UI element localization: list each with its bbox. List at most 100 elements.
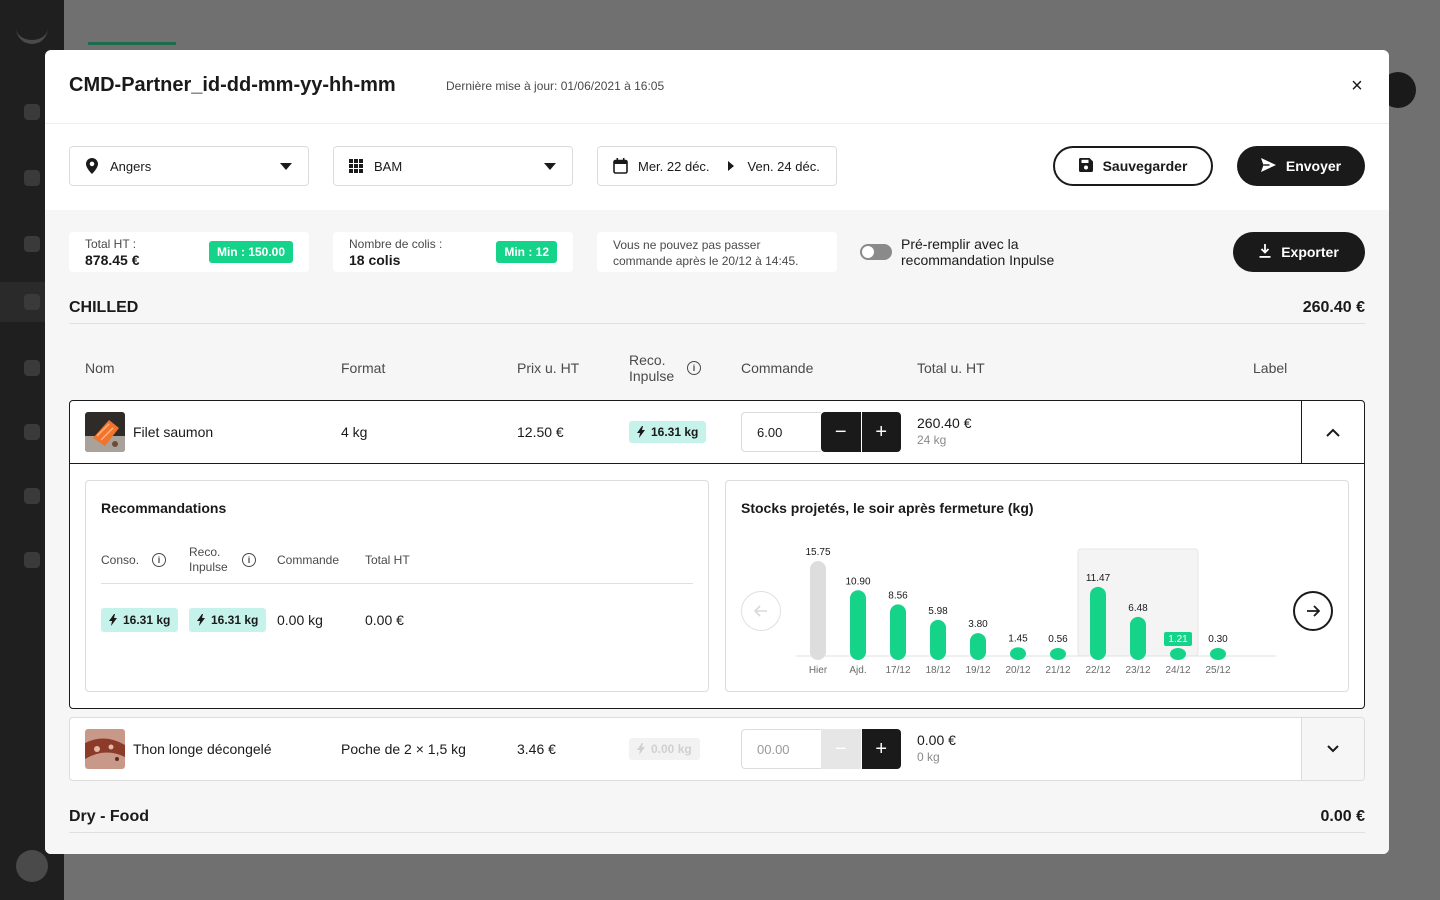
lightning-icon xyxy=(109,614,117,626)
close-icon[interactable]: × xyxy=(1347,76,1367,96)
chart-bar[interactable] xyxy=(1050,648,1066,660)
chart-bar[interactable] xyxy=(1090,586,1106,660)
send-icon xyxy=(1260,157,1276,175)
lightning-icon xyxy=(637,743,645,755)
recommendations-panel: Recommandations Conso. i Reco. Inpulse i… xyxy=(85,480,709,692)
product-reco: 0.00 kg xyxy=(629,738,700,760)
prefill-label: Pré-remplir avec la recommandation Inpul… xyxy=(901,236,1055,268)
product-total: 260.40 € 24 kg xyxy=(917,415,972,447)
info-icon[interactable]: i xyxy=(242,553,256,567)
arrow-left-icon xyxy=(754,605,767,617)
rec-total: 0.00 € xyxy=(365,612,404,628)
chart-value-label: 3.80 xyxy=(968,619,988,630)
brand-select[interactable]: BAM xyxy=(333,146,573,186)
chart-bar[interactable] xyxy=(1010,647,1026,660)
reco-value: 16.31 kg xyxy=(651,425,699,439)
section-dry-total: 0.00 € xyxy=(1320,807,1365,825)
product-row-filet-saumon: Filet saumon 4 kg 12.50 € 16.31 kg − + 2… xyxy=(69,400,1365,709)
chart-value-label: 11.47 xyxy=(1086,573,1111,584)
product-name: Thon longe décongelé xyxy=(133,741,272,757)
chart-bar[interactable] xyxy=(970,633,986,660)
reco-badge: 0.00 kg xyxy=(629,738,700,760)
save-button[interactable]: Sauvegarder xyxy=(1053,146,1213,186)
download-icon xyxy=(1259,243,1271,261)
product-price: 3.46 € xyxy=(517,741,556,757)
colis-min-badge: Min : 12 xyxy=(496,241,557,263)
chart-bar[interactable] xyxy=(810,561,826,660)
prefill-toggle[interactable] xyxy=(860,244,892,260)
reco-badge: 16.31 kg xyxy=(629,421,707,443)
arrow-right-icon xyxy=(1307,605,1320,617)
reco-badge: 16.31 kg xyxy=(189,608,267,632)
divider xyxy=(101,583,693,584)
sidebar-nav-icon xyxy=(24,170,40,186)
rec-reco: 16.31 kg xyxy=(189,608,267,632)
modal-toolbar: Angers BAM Mer. 22 déc. Ven. 24 déc. Sau… xyxy=(45,124,1389,210)
chart-value-label: 10.90 xyxy=(845,576,870,587)
quantity-input[interactable] xyxy=(741,412,821,452)
sidebar-nav-icon xyxy=(24,488,40,504)
decrement-button[interactable]: − xyxy=(821,412,861,452)
sidebar-nav-icon xyxy=(24,236,40,252)
sidebar-nav-icon xyxy=(24,424,40,440)
reco-value: 0.00 kg xyxy=(651,742,692,756)
location-select[interactable]: Angers xyxy=(69,146,309,186)
chevron-up-icon xyxy=(1326,428,1340,437)
chart-value-label: 0.30 xyxy=(1208,634,1228,645)
arrow-right-icon xyxy=(727,161,734,171)
product-format: Poche de 2 × 1,5 kg xyxy=(341,741,466,757)
chart-bar[interactable] xyxy=(890,604,906,660)
product-detail: Recommandations Conso. i Reco. Inpulse i… xyxy=(70,463,1364,708)
chart-bar[interactable] xyxy=(1130,616,1146,660)
chart-next-button[interactable] xyxy=(1293,591,1333,631)
chart-value-label: 5.98 xyxy=(928,606,948,617)
chart-tick-label: 18/12 xyxy=(925,665,950,676)
product-image xyxy=(85,412,125,452)
bg-tab-underline xyxy=(88,42,176,45)
export-button[interactable]: Exporter xyxy=(1233,232,1365,272)
section-dry-title: Dry - Food xyxy=(69,807,149,825)
collapse-button[interactable] xyxy=(1301,401,1364,463)
quantity-input[interactable] xyxy=(741,729,821,769)
decrement-button[interactable]: − xyxy=(821,729,861,769)
info-icon[interactable]: i xyxy=(152,553,166,567)
col-reco-line1: Reco. xyxy=(629,352,666,368)
sidebar-nav-icon xyxy=(24,104,40,120)
stock-chart: 15.75 Hier 10.90 Ajd. 8.56 17/12 5.98 18/12 3.80… xyxy=(796,547,1276,676)
col-price: Prix u. HT xyxy=(517,360,580,376)
col-format: Format xyxy=(341,360,386,376)
send-button[interactable]: Envoyer xyxy=(1237,146,1365,186)
product-format: 4 kg xyxy=(341,424,368,440)
chart-tick-label: 21/12 xyxy=(1045,665,1070,676)
chart-bar[interactable] xyxy=(930,619,946,660)
increment-button[interactable]: + xyxy=(861,412,901,452)
chart-tick-label: 17/12 xyxy=(885,665,910,676)
chart-bar[interactable] xyxy=(1170,648,1186,660)
calendar-icon xyxy=(612,158,628,174)
product-total-value: 260.40 € xyxy=(917,415,972,431)
floppy-disk-icon xyxy=(1078,157,1093,175)
chart-tick-label: 24/12 xyxy=(1165,665,1190,676)
increment-button[interactable]: + xyxy=(861,729,901,769)
sidebar-nav-icon xyxy=(24,360,40,376)
total-min-badge: Min : 150.00 xyxy=(208,241,293,263)
sidebar-nav-icon xyxy=(24,294,40,310)
app-logo-icon xyxy=(16,20,48,44)
rec-conso: 16.31 kg xyxy=(101,608,179,632)
chart-prev-button[interactable] xyxy=(741,591,781,631)
col-reco-line2: Inpulse xyxy=(629,368,675,384)
chart-bar[interactable] xyxy=(1210,648,1226,660)
col-total: Total u. HT xyxy=(917,360,985,376)
expand-button[interactable] xyxy=(1301,718,1364,780)
info-icon[interactable]: i xyxy=(687,361,701,375)
chart-tick-label: 19/12 xyxy=(965,665,990,676)
modal-title: CMD-Partner_id-dd-mm-yy-hh-mm xyxy=(69,74,396,96)
stock-chart-panel: Stocks projetés, le soir après fermeture… xyxy=(725,480,1349,692)
chart-bar[interactable] xyxy=(850,590,866,660)
grid-icon xyxy=(348,158,364,174)
product-total: 0.00 € 0 kg xyxy=(917,732,956,764)
date-range-picker[interactable]: Mer. 22 déc. Ven. 24 déc. xyxy=(597,146,837,186)
last-update-text: Dernière mise à jour: 01/06/2021 à 16:05 xyxy=(446,79,665,93)
chart-tick-label: Ajd. xyxy=(849,665,866,676)
rec-col-conso: Conso. xyxy=(101,553,140,567)
